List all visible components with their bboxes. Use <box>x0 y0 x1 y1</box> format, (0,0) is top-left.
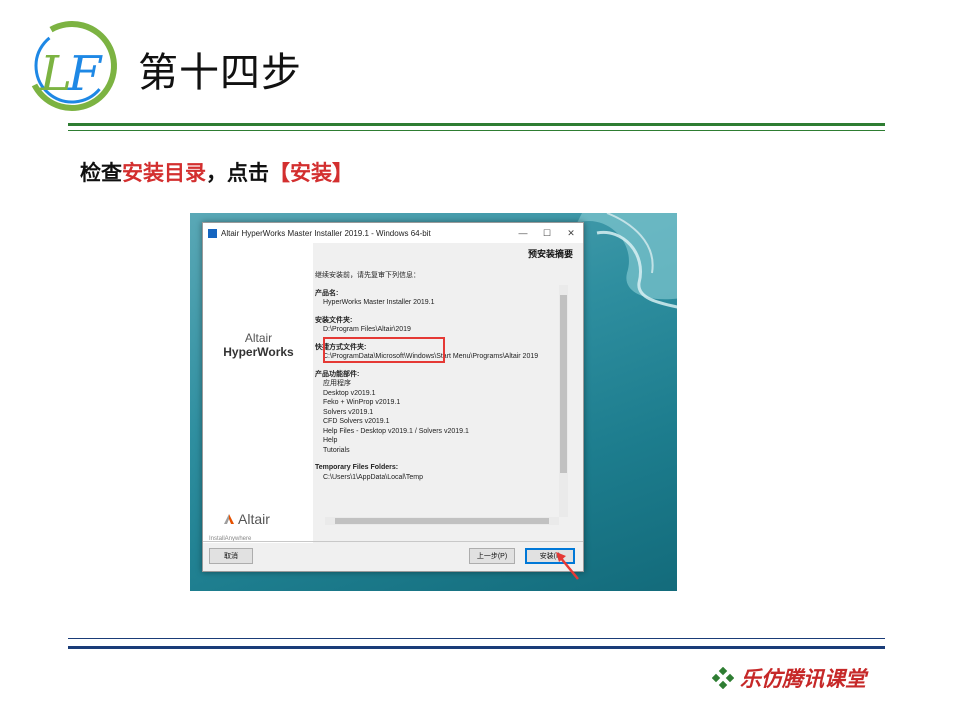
maximize-icon[interactable]: ☐ <box>535 228 559 239</box>
step-header: 预安装摘要 <box>527 249 573 259</box>
footer-brand: 乐仿腾讯课堂 <box>712 663 866 693</box>
page-title: 第十四步 <box>138 50 302 96</box>
svg-text:F: F <box>67 46 103 102</box>
previous-button[interactable]: 上一步(P) <box>469 548 515 564</box>
summary-content: 继续安装前，请先复审下列信息： 产品名: HyperWorks Master I… <box>315 271 565 515</box>
instruction-part: 检查 <box>80 160 122 185</box>
pointer-arrow-icon <box>556 552 579 580</box>
svg-text:L: L <box>39 46 72 102</box>
minimize-icon[interactable]: — <box>511 228 535 238</box>
feature-item: 应用程序 <box>323 380 351 387</box>
altair-logo-text: Altair <box>238 511 270 527</box>
divider-bottom-thin <box>68 638 885 639</box>
divider-bottom <box>68 646 885 649</box>
button-separator <box>203 541 583 542</box>
product-label: 产品名: <box>315 289 339 297</box>
instruction-part: ，点击 <box>206 160 269 185</box>
instruction-highlight: 安装目录 <box>122 160 206 185</box>
feature-item: Tutorials <box>323 446 350 454</box>
installer-window: Altair HyperWorks Master Installer 2019.… <box>202 222 584 572</box>
features-label: 产品功能部件: <box>315 370 360 378</box>
lf-logo: L F <box>27 21 117 112</box>
feature-item: Help <box>323 437 338 444</box>
app-icon <box>208 228 217 238</box>
brand-line: HyperWorks <box>223 345 294 359</box>
feature-item: Solvers v2019.1 <box>323 408 374 416</box>
temp-label: Temporary Files Folders: <box>315 464 399 471</box>
folder-label: 安装文件夹: <box>315 316 353 324</box>
brand-line: Altair <box>244 331 273 345</box>
feature-item: Help Files - Desktop v2019.1 / Solvers v… <box>323 427 469 435</box>
summary-intro: 继续安装前，请先复审下列信息： <box>315 272 420 279</box>
instruction-highlight: 【安装】 <box>269 160 353 185</box>
scroll-thumb[interactable] <box>560 295 567 473</box>
altair-logo: Altair <box>223 511 270 527</box>
folder-value: D:\Program Files\Altair\2019 <box>323 326 411 333</box>
feature-item: Desktop v2019.1 <box>323 389 376 397</box>
feature-item: CFD Solvers v2019.1 <box>323 418 390 425</box>
scroll-thumb[interactable] <box>335 518 549 524</box>
brand-pane: Altair HyperWorks Altair <box>203 243 313 543</box>
divider-top-thin <box>68 130 885 131</box>
altair-mark-icon <box>224 514 234 524</box>
horizontal-scrollbar[interactable] <box>325 517 559 525</box>
window-titlebar: Altair HyperWorks Master Installer 2019.… <box>203 223 583 243</box>
vertical-scrollbar[interactable] <box>559 285 568 517</box>
divider-top <box>68 123 885 126</box>
window-title: Altair HyperWorks Master Installer 2019.… <box>221 228 431 238</box>
close-icon[interactable]: ✕ <box>559 228 583 239</box>
product-value: HyperWorks Master Installer 2019.1 <box>323 299 435 306</box>
cancel-button[interactable]: 取消 <box>209 548 253 564</box>
folder-highlight-box <box>323 337 445 363</box>
installer-screenshot: Altair HyperWorks Master Installer 2019.… <box>190 213 677 591</box>
temp-value: C:\Users\1\AppData\Local\Temp <box>323 473 423 481</box>
feature-item: Feko + WinProp v2019.1 <box>323 399 401 406</box>
altair-hyperworks-logo: Altair HyperWorks <box>211 331 306 359</box>
footer-brand-text: 乐仿腾讯课堂 <box>740 666 866 691</box>
instruction-text: 检查安装目录，点击【安装】 <box>80 157 353 187</box>
diamond-dots-icon <box>712 667 734 689</box>
